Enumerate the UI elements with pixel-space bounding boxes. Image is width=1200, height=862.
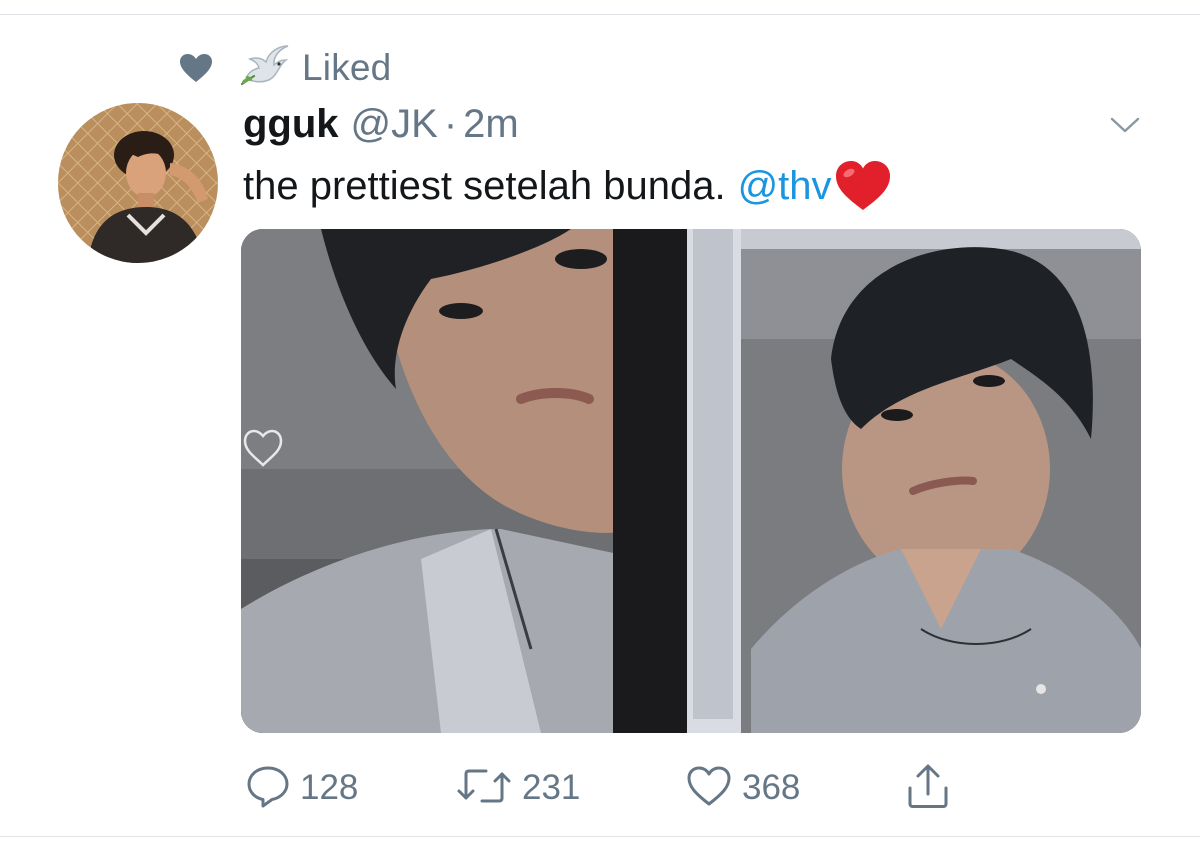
reply-count: 128 <box>300 768 359 807</box>
separator-dot: · <box>443 102 458 146</box>
reply-button[interactable]: 128 <box>246 760 456 816</box>
retweet-icon <box>456 764 512 813</box>
heart-outline-icon <box>686 764 732 813</box>
retweet-count: 231 <box>522 768 581 807</box>
dove-emoji-icon <box>236 40 292 96</box>
timestamp[interactable]: 2m <box>463 102 519 147</box>
bottom-divider <box>0 836 1200 837</box>
reply-icon <box>246 764 290 813</box>
display-name[interactable]: gguk <box>243 102 339 147</box>
tweet-header: gguk @JK · 2m <box>243 102 519 152</box>
user-handle[interactable]: @JK <box>351 102 438 147</box>
red-heart-emoji-icon <box>834 160 892 212</box>
tweet-media[interactable] <box>241 229 1141 733</box>
action-bar: 128 231 368 <box>246 760 966 816</box>
heart-filled-icon <box>176 48 216 88</box>
tweet-card: Liked gguk @JK · 2m the prettiest setela… <box>0 0 1200 862</box>
mention-link[interactable]: @thv <box>738 164 832 209</box>
tweet-text: the prettiest setelah bunda. @thv <box>243 160 892 212</box>
retweet-button[interactable]: 231 <box>456 760 686 816</box>
like-button[interactable]: 368 <box>686 760 906 816</box>
chevron-down-icon[interactable] <box>1108 108 1142 142</box>
avatar[interactable] <box>58 103 218 263</box>
tweet-body: the prettiest setelah bunda. <box>243 163 726 208</box>
share-button[interactable] <box>906 760 966 816</box>
like-count: 368 <box>742 768 801 807</box>
share-icon <box>906 762 950 815</box>
social-context[interactable]: Liked <box>176 42 391 94</box>
social-context-label: Liked <box>302 47 392 88</box>
top-divider <box>0 14 1200 15</box>
